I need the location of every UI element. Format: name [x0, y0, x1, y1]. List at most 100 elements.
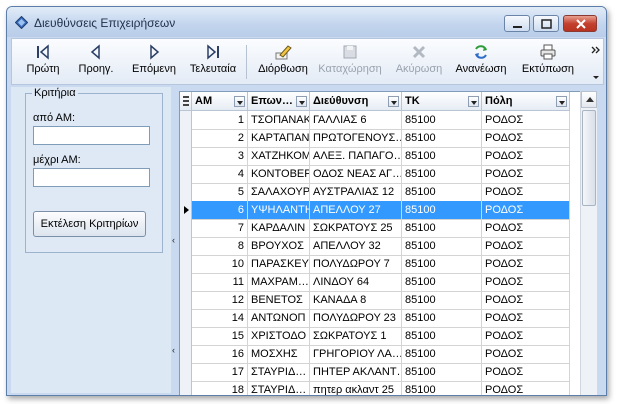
header-col-am[interactable]: ΑΜ: [192, 92, 248, 111]
cell-col-city[interactable]: ΡΟΔΟΣ: [482, 381, 570, 395]
cell-col-city[interactable]: ΡΟΔΟΣ: [482, 327, 570, 346]
table-row[interactable]: 16 ΜΟΣΧΗΣ ΓΡΗΓΟΡΙΟΥ ΛΑ… 85100 ΡΟΔΟΣ: [180, 345, 593, 364]
cell-col-postcode[interactable]: 85100: [402, 129, 482, 148]
cell-col-am[interactable]: 15: [192, 327, 248, 346]
row-header[interactable]: [180, 201, 192, 220]
cell-col-postcode[interactable]: 85100: [402, 255, 482, 274]
row-header[interactable]: [180, 345, 192, 364]
cell-col-surname[interactable]: ΒΡΟΥΧΟΣ: [248, 237, 310, 256]
row-header[interactable]: [180, 237, 192, 256]
cell-col-am[interactable]: 6: [192, 201, 248, 220]
cell-col-am[interactable]: 17: [192, 363, 248, 382]
cell-col-postcode[interactable]: 85100: [402, 219, 482, 238]
cell-col-postcode[interactable]: 85100: [402, 183, 482, 202]
cell-col-address[interactable]: ΠΟΛΥΔΩΡΟΥ 23: [310, 309, 402, 328]
cell-col-postcode[interactable]: 85100: [402, 327, 482, 346]
print-button[interactable]: Εκτύπωση: [518, 41, 578, 83]
panel-splitter[interactable]: ‹ ‹: [171, 87, 179, 393]
header-col-city[interactable]: Πόλη: [482, 92, 570, 111]
table-row[interactable]: 12 ΒΕΝΕΤΟΣ ΚΑΝΑΔΑ 8 85100 ΡΟΔΟΣ: [180, 291, 593, 310]
cell-col-postcode[interactable]: 85100: [402, 201, 482, 220]
cell-col-city[interactable]: ΡΟΔΟΣ: [482, 309, 570, 328]
row-header[interactable]: [180, 219, 192, 238]
row-header[interactable]: [180, 183, 192, 202]
grid-vertical-scrollbar[interactable]: [580, 91, 597, 395]
cell-col-postcode[interactable]: 85100: [402, 237, 482, 256]
row-header[interactable]: [180, 255, 192, 274]
edit-button[interactable]: Διόρθωση: [256, 41, 310, 83]
cell-col-address[interactable]: ΓΑΛΛΙΑΣ 6: [310, 111, 402, 130]
toolbar-overflow-icon[interactable]: [590, 43, 602, 79]
cell-col-am[interactable]: 11: [192, 273, 248, 292]
table-row[interactable]: 18 ΣΤΑΥΡΙΔ… πητερ ακλαντ 25 85100 ΡΟΔΟΣ: [180, 381, 593, 395]
cell-col-postcode[interactable]: 85100: [402, 381, 482, 395]
cell-col-am[interactable]: 10: [192, 255, 248, 274]
cell-col-city[interactable]: ΡΟΔΟΣ: [482, 147, 570, 166]
filter-dropdown-icon[interactable]: [296, 96, 307, 107]
cell-col-address[interactable]: ΣΩΚΡΑΤΟΥΣ 1: [310, 327, 402, 346]
cell-col-postcode[interactable]: 85100: [402, 273, 482, 292]
first-record-button[interactable]: Πρώτη: [20, 41, 66, 83]
cell-col-postcode[interactable]: 85100: [402, 309, 482, 328]
cell-col-am[interactable]: 1: [192, 111, 248, 130]
cell-col-am[interactable]: 18: [192, 381, 248, 395]
previous-record-button[interactable]: Προηγ.: [70, 41, 122, 83]
cell-col-am[interactable]: 8: [192, 237, 248, 256]
maximize-button[interactable]: [533, 15, 559, 32]
row-header[interactable]: [180, 309, 192, 328]
cell-col-city[interactable]: ΡΟΔΟΣ: [482, 273, 570, 292]
cell-col-address[interactable]: ΑΛΕΞ. ΠΑΠΑΓΟ…: [310, 147, 402, 166]
collapse-arrow-icon[interactable]: ‹: [172, 235, 175, 245]
cell-col-address[interactable]: ΓΡΗΓΟΡΙΟΥ ΛΑ…: [310, 345, 402, 364]
scroll-thumb[interactable]: [582, 110, 596, 206]
next-record-button[interactable]: Επόμενη: [126, 41, 182, 83]
cell-col-city[interactable]: ΡΟΔΟΣ: [482, 363, 570, 382]
filter-dropdown-icon[interactable]: [388, 96, 399, 107]
cell-col-city[interactable]: ΡΟΔΟΣ: [482, 165, 570, 184]
cell-col-surname[interactable]: ΜΑΧΡΑΜ…: [248, 273, 310, 292]
cell-col-address[interactable]: πητερ ακλαντ 25: [310, 381, 402, 395]
cell-col-city[interactable]: ΡΟΔΟΣ: [482, 255, 570, 274]
cell-col-postcode[interactable]: 85100: [402, 165, 482, 184]
minimize-button[interactable]: [504, 15, 530, 32]
row-header[interactable]: [180, 111, 192, 130]
save-button[interactable]: Καταχώρηση: [316, 41, 384, 83]
cell-col-address[interactable]: ΠΗΤΕΡ ΑΚΛΑΝΤ…: [310, 363, 402, 382]
cell-col-surname[interactable]: ΥΨΗΛΑΝΤΗ: [248, 201, 310, 220]
cancel-button[interactable]: Ακύρωση: [392, 41, 446, 83]
cell-col-address[interactable]: ΑΠΕΛΛΟΥ 27: [310, 201, 402, 220]
cell-col-address[interactable]: ΛΙΝΔΟΥ 64: [310, 273, 402, 292]
table-row[interactable]: 14 ΑΝΤΩΝΟΠ ΠΟΛΥΔΩΡΟΥ 23 85100 ΡΟΔΟΣ: [180, 309, 593, 328]
cell-col-postcode[interactable]: 85100: [402, 147, 482, 166]
cell-col-surname[interactable]: ΧΡΙΣΤΟΔΟ: [248, 327, 310, 346]
column-chooser-icon[interactable]: [180, 92, 192, 111]
cell-col-surname[interactable]: ΑΝΤΩΝΟΠ: [248, 309, 310, 328]
last-record-button[interactable]: Τελευταία: [184, 41, 242, 83]
table-row[interactable]: 6 ΥΨΗΛΑΝΤΗ ΑΠΕΛΛΟΥ 27 85100 ΡΟΔΟΣ: [180, 201, 593, 220]
cell-col-address[interactable]: ΣΩΚΡΑΤΟΥΣ 25: [310, 219, 402, 238]
records-grid[interactable]: ΑΜ Επων… Διεύθυνση ΤΚ Πόλη 1 ΤΣΟΠΑΝΑΚ ΓΑΛΛΙΑΣ 6…: [179, 91, 593, 395]
row-header[interactable]: [180, 165, 192, 184]
collapse-arrow-icon-lower[interactable]: ‹: [172, 345, 175, 355]
cell-col-postcode[interactable]: 85100: [402, 111, 482, 130]
cell-col-surname[interactable]: ΜΟΣΧΗΣ: [248, 345, 310, 364]
header-col-surname[interactable]: Επων…: [248, 92, 310, 111]
cell-col-surname[interactable]: ΣΤΑΥΡΙΔ…: [248, 381, 310, 395]
cell-col-city[interactable]: ΡΟΔΟΣ: [482, 219, 570, 238]
table-row[interactable]: 10 ΠΑΡΑΣΚΕΥ ΠΟΛΥΔΩΡΟΥ 7 85100 ΡΟΔΟΣ: [180, 255, 593, 274]
scroll-up-icon[interactable]: [581, 91, 597, 108]
table-row[interactable]: 3 ΧΑΤΖΗΚΟΜ ΑΛΕΞ. ΠΑΠΑΓΟ… 85100 ΡΟΔΟΣ: [180, 147, 593, 166]
cell-col-surname[interactable]: ΠΑΡΑΣΚΕΥ: [248, 255, 310, 274]
cell-col-city[interactable]: ΡΟΔΟΣ: [482, 129, 570, 148]
table-row[interactable]: 11 ΜΑΧΡΑΜ… ΛΙΝΔΟΥ 64 85100 ΡΟΔΟΣ: [180, 273, 593, 292]
table-row[interactable]: 17 ΣΤΑΥΡΙΔ… ΠΗΤΕΡ ΑΚΛΑΝΤ… 85100 ΡΟΔΟΣ: [180, 363, 593, 382]
row-header[interactable]: [180, 363, 192, 382]
cell-col-surname[interactable]: ΣΑΛΑΧΟΥΡ: [248, 183, 310, 202]
row-header[interactable]: [180, 291, 192, 310]
cell-col-city[interactable]: ΡΟΔΟΣ: [482, 183, 570, 202]
cell-col-city[interactable]: ΡΟΔΟΣ: [482, 237, 570, 256]
cell-col-surname[interactable]: ΚΑΡΤΑΠΑΝ: [248, 129, 310, 148]
table-row[interactable]: 7 ΚΑΡΔΑΛΙΝ ΣΩΚΡΑΤΟΥΣ 25 85100 ΡΟΔΟΣ: [180, 219, 593, 238]
row-header[interactable]: [180, 273, 192, 292]
cell-col-surname[interactable]: ΚΑΡΔΑΛΙΝ: [248, 219, 310, 238]
